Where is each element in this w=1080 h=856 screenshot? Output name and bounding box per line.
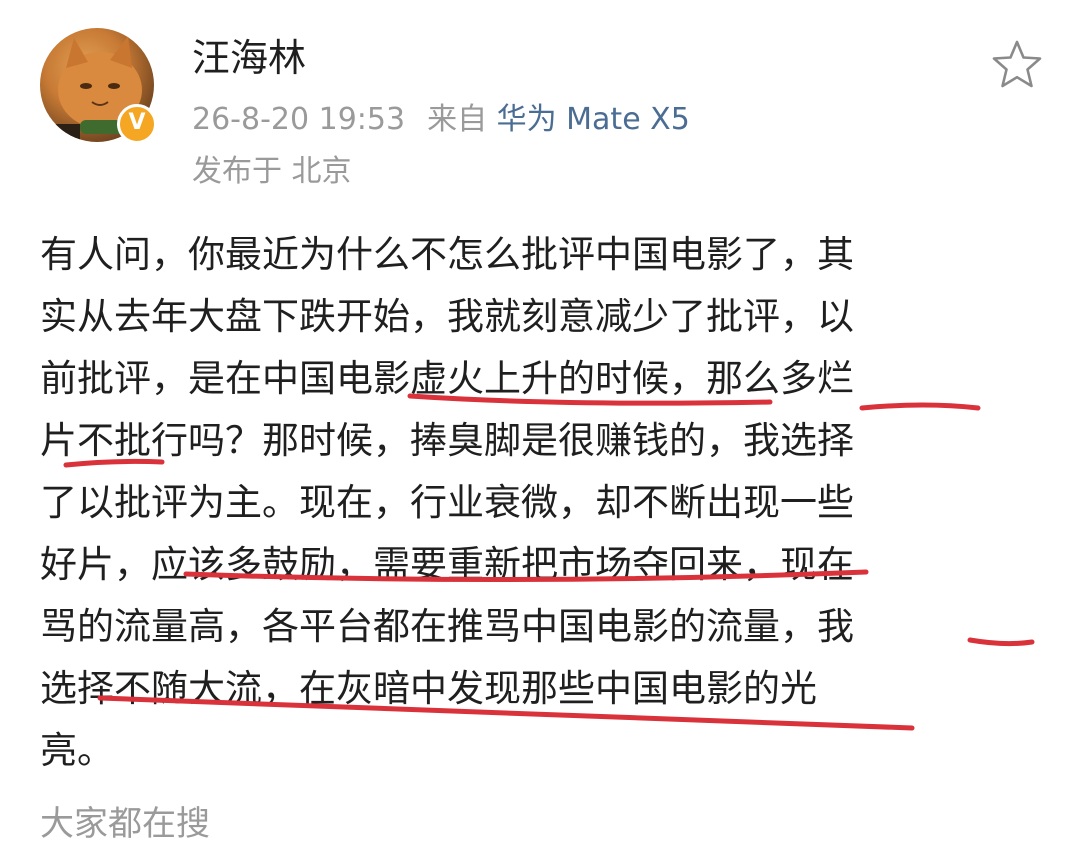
trending-search-label[interactable]: 大家都在搜 (40, 800, 210, 848)
verified-badge-icon: V (117, 104, 157, 144)
post-line-3: 前批评，是在中国电影虚火上升的时候，那么多烂 (40, 357, 854, 400)
star-outline-icon[interactable] (990, 38, 1044, 92)
device-link[interactable]: 华为 Mate X5 (497, 102, 690, 137)
post-line-2: 实从去年大盘下跌开始，我就刻意减少了批评，以 (40, 295, 854, 338)
post-line-4: 片不批行吗？那时候，捧臭脚是很赚钱的，我选择 (40, 419, 854, 462)
post-line-8: 选择不随大流，在灰暗中发现那些中国电影的光 (40, 667, 817, 710)
post-timestamp: 26-8-20 19:53 (192, 102, 406, 137)
location-prefix: 发布于 (192, 154, 282, 189)
post-body: 有人问，你最近为什么不怎么批评中国电影了，其 实从去年大盘下跌开始，我就刻意减少… (40, 224, 1040, 784)
author-name[interactable]: 汪海林 (192, 34, 306, 82)
post-line-9: 亮。 (40, 729, 114, 772)
verified-badge-letter: V (128, 110, 146, 135)
post-line-7: 骂的流量高，各平台都在推骂中国电影的流量，我 (40, 605, 854, 648)
post-meta: 26-8-20 19:53 来自 华为 Mate X5 (192, 98, 690, 142)
post-line-6: 好片，应该多鼓励，需要重新把市场夺回来，现在 (40, 543, 854, 586)
post-location: 发布于 北京 (192, 150, 352, 194)
location-name: 北京 (291, 154, 352, 189)
post-line-1: 有人问，你最近为什么不怎么批评中国电影了，其 (40, 233, 854, 276)
source-prefix: 来自 (427, 102, 488, 137)
post-line-5: 了以批评为主。现在，行业衰微，却不断出现一些 (40, 481, 854, 524)
